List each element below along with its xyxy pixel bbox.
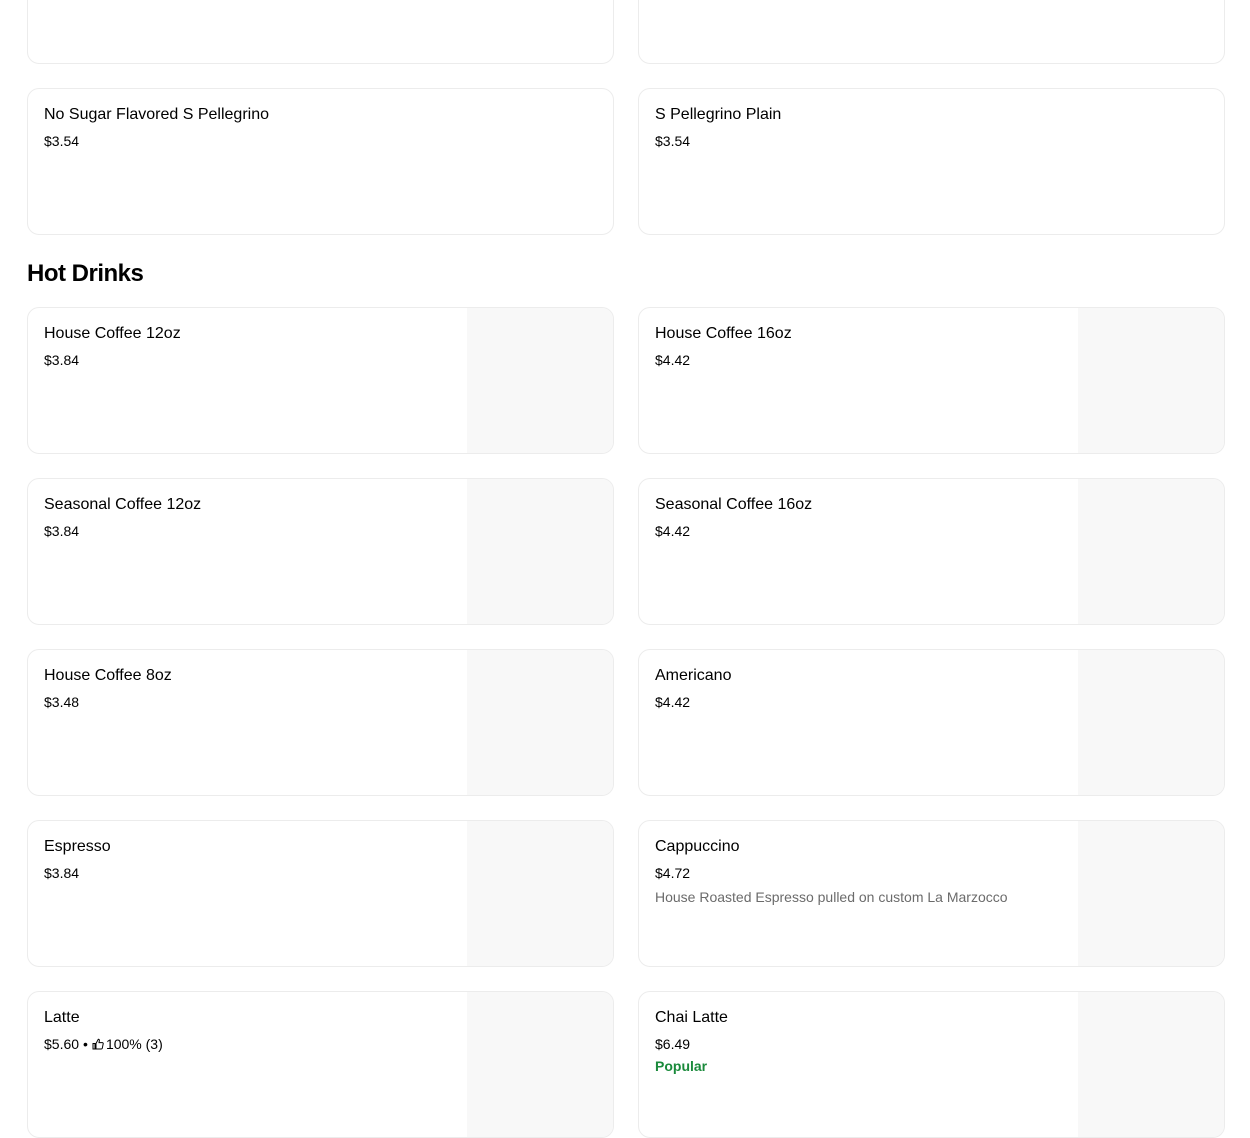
menu-item-card-partial[interactable] (27, 0, 614, 64)
item-name: Cappuccino (655, 838, 740, 855)
menu-item-card[interactable]: House Coffee 8oz $3.48 (27, 649, 614, 796)
menu-item-card[interactable]: Cappuccino $4.72 House Roasted Espresso … (638, 820, 1225, 967)
item-image-placeholder (1078, 992, 1224, 1137)
item-name: Espresso (44, 838, 111, 855)
item-rating: 100% (3) (105, 1036, 163, 1052)
item-name: House Coffee 8oz (44, 667, 172, 684)
item-image-placeholder (467, 650, 613, 795)
item-name: House Coffee 12oz (44, 325, 181, 342)
item-image-placeholder (467, 308, 613, 453)
item-price: $4.42 (655, 694, 691, 710)
menu-item-card[interactable]: Espresso $3.84 (27, 820, 614, 967)
menu-item-card[interactable]: Seasonal Coffee 16oz $4.42 (638, 478, 1225, 625)
item-image-placeholder (1078, 650, 1224, 795)
item-price: $3.84 (44, 865, 80, 881)
item-price: $4.42 (655, 352, 691, 368)
menu-item-card[interactable]: No Sugar Flavored S Pellegrino $3.54 (27, 88, 614, 235)
item-name: Chai Latte (655, 1009, 728, 1026)
item-name: Americano (655, 667, 732, 684)
item-name: Seasonal Coffee 16oz (655, 496, 813, 513)
item-price: $3.48 (44, 694, 80, 710)
section-title: Hot Drinks (27, 260, 144, 287)
item-price: $3.84 (44, 523, 80, 539)
item-price: $4.42 (655, 523, 691, 539)
menu-item-card[interactable]: Chai Latte $6.49 Popular (638, 991, 1225, 1138)
menu-item-card[interactable]: S Pellegrino Plain $3.54 (638, 88, 1225, 235)
item-image-placeholder (467, 992, 613, 1137)
item-price: $3.84 (44, 352, 80, 368)
item-image-placeholder (1078, 308, 1224, 453)
item-price: $3.54 (44, 133, 80, 149)
item-price: $3.54 (655, 133, 691, 149)
item-price: $5.60 (44, 1036, 80, 1052)
item-image-placeholder (1078, 479, 1224, 624)
item-name: House Coffee 16oz (655, 325, 792, 342)
menu-item-card[interactable]: House Coffee 16oz $4.42 (638, 307, 1225, 454)
thumbs-up-icon (92, 1038, 104, 1050)
menu-item-card[interactable]: Americano $4.42 (638, 649, 1225, 796)
menu-item-card[interactable]: House Coffee 12oz $3.84 (27, 307, 614, 454)
separator-dot: • (83, 1036, 88, 1052)
item-name: No Sugar Flavored S Pellegrino (44, 106, 270, 123)
item-image-placeholder (467, 821, 613, 966)
item-image-placeholder (1078, 821, 1224, 966)
item-description: House Roasted Espresso pulled on custom … (655, 889, 1008, 905)
menu-item-card[interactable]: Seasonal Coffee 12oz $3.84 (27, 478, 614, 625)
menu-item-card[interactable]: Latte $5.60 • 100% (3) (27, 991, 614, 1138)
item-price: $6.49 (655, 1036, 691, 1052)
item-image-placeholder (467, 479, 613, 624)
item-name: S Pellegrino Plain (655, 106, 782, 123)
menu-item-card-partial[interactable] (638, 0, 1225, 64)
item-price-row: $5.60 • 100% (3) (44, 1035, 163, 1053)
item-name: Seasonal Coffee 12oz (44, 496, 202, 513)
popular-badge: Popular (655, 1058, 708, 1074)
item-name: Latte (44, 1009, 80, 1026)
item-price: $4.72 (655, 865, 691, 881)
